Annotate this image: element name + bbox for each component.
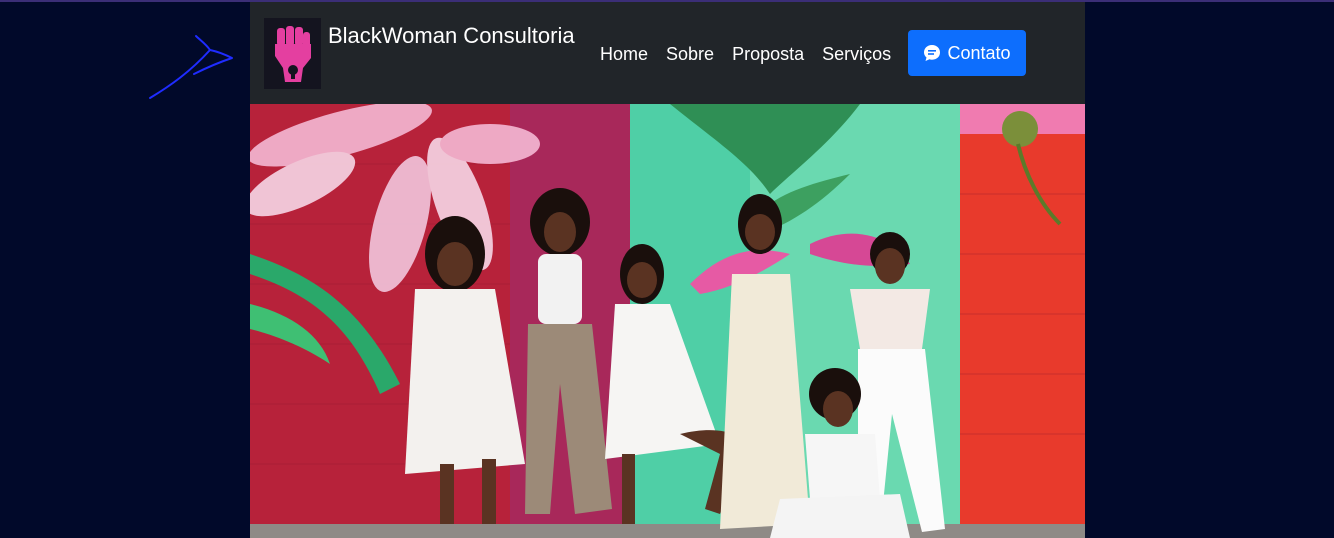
arrow-scribble-icon	[149, 35, 233, 99]
nav-link-sobre[interactable]: Sobre	[666, 42, 714, 66]
navbar: BlackWoman Consultoria Home Sobre Propos…	[250, 2, 1085, 104]
brand-logo[interactable]	[264, 18, 321, 89]
contact-button-label: Contato	[947, 42, 1011, 63]
nav-links: Home Sobre Proposta Serviços	[600, 42, 909, 66]
chat-bubble-icon	[924, 45, 941, 61]
nav-link-home[interactable]: Home	[600, 42, 648, 66]
hero-mural-illustration	[250, 104, 1085, 538]
contact-button[interactable]: Contato	[908, 30, 1026, 76]
site-container: BlackWoman Consultoria Home Sobre Propos…	[250, 2, 1085, 538]
page: BlackWoman Consultoria Home Sobre Propos…	[0, 0, 1334, 538]
nav-link-proposta[interactable]: Proposta	[732, 42, 804, 66]
hero-image	[250, 104, 1085, 538]
brand-name[interactable]: BlackWoman Consultoria	[328, 22, 575, 50]
nav-link-servicos[interactable]: Serviços	[822, 42, 891, 66]
raised-fist-icon	[274, 25, 311, 82]
